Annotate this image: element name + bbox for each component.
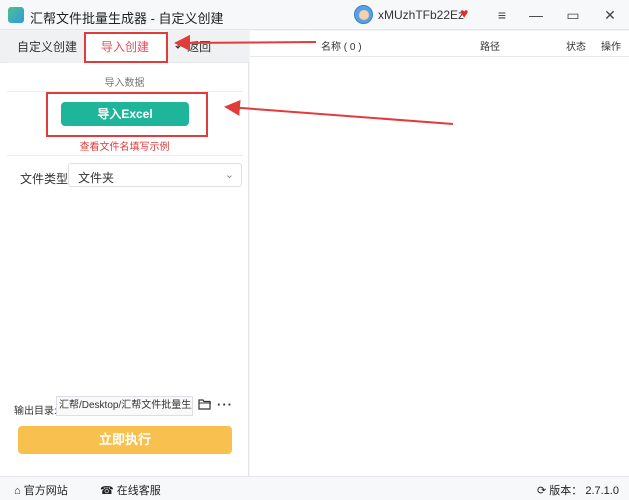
column-path[interactable]: 路径 xyxy=(480,38,500,53)
execute-now-button[interactable]: 立即执行 xyxy=(18,426,232,454)
file-type-select[interactable]: 文件夹 ⌄ xyxy=(68,163,242,187)
table-header: 名称 ( 0 ) 路径 状态 操作 xyxy=(250,31,629,57)
column-name[interactable]: 名称 ( 0 ) xyxy=(321,38,362,53)
column-operation[interactable]: 操作 xyxy=(601,38,621,53)
username-label[interactable]: xMUzhTFb22Ez xyxy=(378,8,464,22)
window-title: 汇帮文件批量生成器 - 自定义创建 xyxy=(30,11,224,26)
version-text: 版本： 2.7.1.0 xyxy=(549,485,619,497)
version-label[interactable]: ⟳ 版本： 2.7.1.0 xyxy=(537,482,619,498)
output-dir-label: 输出目录: xyxy=(14,406,57,417)
official-website-label: 官方网站 xyxy=(23,485,68,497)
online-service-label: 在线客服 xyxy=(116,485,161,497)
headset-icon: ☎ xyxy=(100,485,114,497)
file-list-panel: 名称 ( 0 ) 路径 状态 操作 xyxy=(250,31,629,476)
user-avatar[interactable] xyxy=(354,5,373,24)
output-dir-input[interactable]: 汇帮/Desktop/汇帮文件批量生成器 xyxy=(56,396,193,416)
more-options-icon[interactable]: ··· xyxy=(217,397,233,412)
online-service-link[interactable]: ☎ 在线客服 xyxy=(100,482,161,498)
undo-icon: ↶ xyxy=(175,40,186,54)
maximize-icon[interactable]: ▭ xyxy=(563,6,583,24)
title-bar: 汇帮文件批量生成器 - 自定义创建 xMUzhTFb22Ez ♥ ≡ — ▭ ✕ xyxy=(0,0,629,30)
filename-example-link[interactable]: 查看文件名填写示例 xyxy=(0,138,249,153)
import-section-label: 导入数据 xyxy=(104,78,145,89)
tab-bar: 自定义创建 导入创建 ↶ 返回 xyxy=(0,31,249,63)
left-panel: 自定义创建 导入创建 ↶ 返回 导入数据 导入Excel 查看文件名填写示例 文件… xyxy=(0,31,249,476)
status-bar: ⌂ 官方网站 ☎ 在线客服 ⟳ 版本： 2.7.1.0 xyxy=(0,476,629,500)
file-type-label: 文件类型 xyxy=(20,172,69,186)
column-status[interactable]: 状态 xyxy=(566,38,586,53)
close-icon[interactable]: ✕ xyxy=(600,6,620,24)
back-label: 返回 xyxy=(187,40,212,54)
minimize-icon[interactable]: — xyxy=(526,6,546,24)
annotation-box-tab xyxy=(84,32,168,63)
folder-open-icon[interactable] xyxy=(198,398,212,410)
app-logo-icon xyxy=(8,7,24,23)
file-type-value: 文件夹 xyxy=(78,171,115,185)
annotation-box-import xyxy=(46,92,208,137)
back-button[interactable]: ↶ 返回 xyxy=(175,31,213,63)
official-website-link[interactable]: ⌂ 官方网站 xyxy=(14,482,68,498)
refresh-icon: ⟳ xyxy=(537,485,547,497)
divider xyxy=(7,155,243,156)
hamburger-icon[interactable]: ≡ xyxy=(492,6,512,24)
chevron-down-icon: ⌄ xyxy=(224,169,234,181)
vip-heart-icon[interactable]: ♥ xyxy=(460,6,474,20)
tab-custom-create[interactable]: 自定义创建 xyxy=(8,31,86,63)
home-icon: ⌂ xyxy=(14,485,21,497)
